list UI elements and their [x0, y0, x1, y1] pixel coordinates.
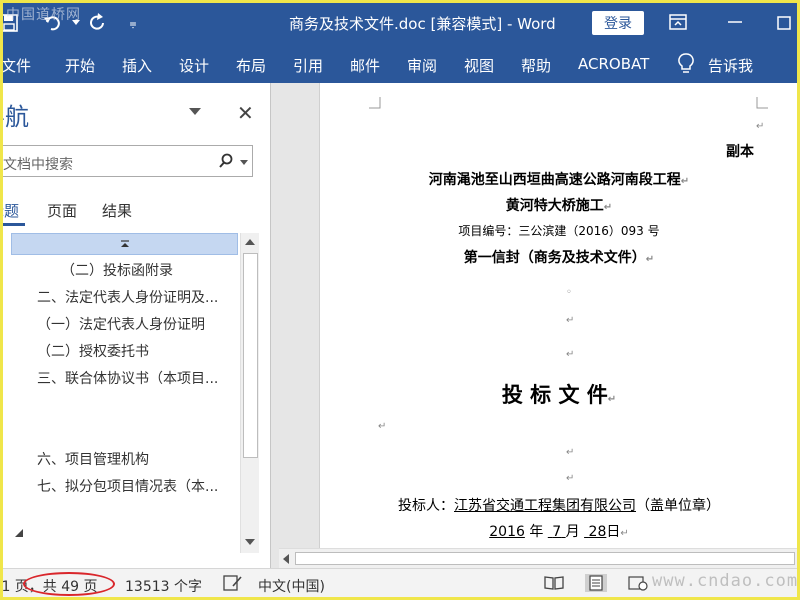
- tab-acrobat[interactable]: ACROBAT: [578, 55, 649, 73]
- close-icon[interactable]: ✕: [237, 101, 254, 125]
- copy-label: 副本: [726, 144, 754, 160]
- paragraph-mark: ↵: [607, 394, 617, 405]
- tab-view[interactable]: 视图: [464, 55, 494, 76]
- watermark-site: www.cndao.com: [652, 571, 799, 591]
- outline-item[interactable]: （二）授权委托书: [37, 341, 149, 361]
- outline-scroll-to-top[interactable]: [11, 233, 238, 255]
- navigation-pane: 导航 ✕ 在文档中搜索 标题 页面 结果 （二）投标函附录 二、法定代表人身份证…: [3, 83, 271, 568]
- outline-item[interactable]: 六、项目管理机构: [37, 449, 149, 469]
- horizontal-scrollbar[interactable]: [279, 548, 797, 568]
- word-count[interactable]: 13513 个字: [125, 576, 202, 596]
- heading-outline: （二）投标函附录 二、法定代表人身份证明及... （一）法定代表人身份证明 （二…: [11, 233, 261, 553]
- customize-qat-icon[interactable]: ⩦: [121, 11, 145, 35]
- search-options-icon[interactable]: [240, 160, 248, 165]
- date-line: 2016 年 7 月 28日↵: [489, 524, 629, 540]
- tab-insert[interactable]: 插入: [122, 55, 152, 76]
- word-window: ⩦ 商务及技术文件.doc [兼容模式] - Word 登录 中国道桥网 文件 …: [3, 3, 797, 597]
- paragraph-mark: ↵: [620, 528, 629, 539]
- paragraph-mark: ↵: [680, 176, 690, 187]
- outline-item[interactable]: 七、拟分包项目情况表（本...: [37, 476, 218, 496]
- paragraph-mark: ↵: [756, 121, 765, 132]
- paragraph-mark: ↵: [645, 254, 655, 265]
- project-number: 项目编号：三公滨建（2016）093 号: [458, 224, 660, 238]
- paragraph-mark: ↵: [566, 349, 575, 360]
- nav-search-box[interactable]: 在文档中搜索: [3, 145, 253, 177]
- bidder-line: 投标人：江苏省交通工程集团有限公司（盖单位章）: [398, 498, 720, 514]
- bidder-name: 江苏省交通工程集团有限公司: [454, 498, 636, 514]
- lightbulb-icon[interactable]: [678, 53, 694, 79]
- resize-grip-icon[interactable]: [15, 529, 23, 537]
- document-page[interactable]: ↵ 副本 河南渑池至山西垣曲高速公路河南段工程↵ 黄河特大桥施工↵ 项目编号：三…: [319, 83, 797, 548]
- scroll-left-icon[interactable]: [283, 554, 289, 564]
- print-layout-icon[interactable]: [585, 574, 607, 592]
- minimize-icon[interactable]: [725, 12, 745, 36]
- title-bar: ⩦ 商务及技术文件.doc [兼容模式] - Word 登录 中国道桥网: [3, 3, 797, 43]
- redo-icon[interactable]: [86, 11, 110, 35]
- tab-mailings[interactable]: 邮件: [350, 55, 380, 76]
- tab-results[interactable]: 结果: [102, 200, 132, 221]
- tab-headings[interactable]: 标题: [3, 200, 19, 221]
- chevron-down-icon[interactable]: [189, 108, 201, 115]
- document-area: ↵ 副本 河南渑池至山西垣曲高速公路河南段工程↵ 黄河特大桥施工↵ 项目编号：三…: [271, 83, 797, 568]
- read-mode-icon[interactable]: [543, 574, 565, 592]
- tab-home[interactable]: 开始: [65, 55, 95, 76]
- tab-pages[interactable]: 页面: [47, 200, 77, 221]
- paragraph-mark: ◦: [566, 287, 572, 298]
- restore-icon[interactable]: [775, 12, 795, 36]
- margin-corner-mark: [369, 97, 381, 109]
- outline-scrollbar[interactable]: [240, 233, 259, 553]
- margin-corner-mark: [756, 97, 768, 109]
- tab-review[interactable]: 审阅: [407, 55, 437, 76]
- outline-item[interactable]: （二）投标函附录: [61, 260, 173, 280]
- nav-pane-title: 导航: [3, 103, 29, 131]
- tab-layout[interactable]: 布局: [236, 55, 266, 76]
- paragraph-mark: ↵: [566, 447, 575, 458]
- tab-help[interactable]: 帮助: [521, 55, 551, 76]
- document-title: 商务及技术文件.doc [兼容模式] - Word: [289, 15, 556, 33]
- search-input[interactable]: 在文档中搜索: [3, 154, 73, 174]
- paragraph-mark: ↵: [378, 421, 387, 432]
- tab-file[interactable]: 文件: [3, 55, 31, 76]
- web-layout-icon[interactable]: [627, 574, 649, 592]
- active-tab-indicator: [3, 223, 25, 226]
- tab-references[interactable]: 引用: [293, 55, 323, 76]
- bid-document-title: 投 标 文 件↵: [501, 383, 617, 407]
- tell-me-box[interactable]: 告诉我: [708, 55, 753, 76]
- search-icon[interactable]: [218, 153, 234, 173]
- envelope-title: 第一信封（商务及技术文件）↵: [463, 250, 655, 266]
- outline-item[interactable]: 三、联合体协议书（本项目...: [37, 368, 218, 388]
- ribbon-tabs: 文件 开始 插入 设计 布局 引用 邮件 审阅 视图 帮助 ACROBAT 告诉…: [3, 43, 797, 83]
- login-button[interactable]: 登录: [592, 11, 644, 35]
- outline-item[interactable]: 二、法定代表人身份证明及...: [37, 287, 218, 307]
- tab-design[interactable]: 设计: [179, 55, 209, 76]
- scrollbar-thumb[interactable]: [243, 253, 258, 458]
- annotation-ring: [23, 572, 115, 596]
- proofing-icon[interactable]: [223, 574, 243, 596]
- scroll-up-icon[interactable]: [245, 239, 255, 245]
- paragraph-mark: ↵: [566, 315, 575, 326]
- watermark-logo: 中国道桥网: [6, 7, 81, 23]
- scrollbar-thumb[interactable]: [295, 552, 795, 565]
- language-indicator[interactable]: 中文(中国): [258, 576, 325, 596]
- project-subtitle: 黄河特大桥施工↵: [505, 198, 613, 214]
- paragraph-mark: ↵: [603, 202, 613, 213]
- outline-item[interactable]: （一）法定代表人身份证明: [37, 314, 205, 334]
- scroll-down-icon[interactable]: [245, 539, 255, 545]
- ribbon-display-options-icon[interactable]: [668, 12, 688, 36]
- project-name: 河南渑池至山西垣曲高速公路河南段工程↵: [428, 172, 690, 188]
- paragraph-mark: ↵: [566, 473, 575, 484]
